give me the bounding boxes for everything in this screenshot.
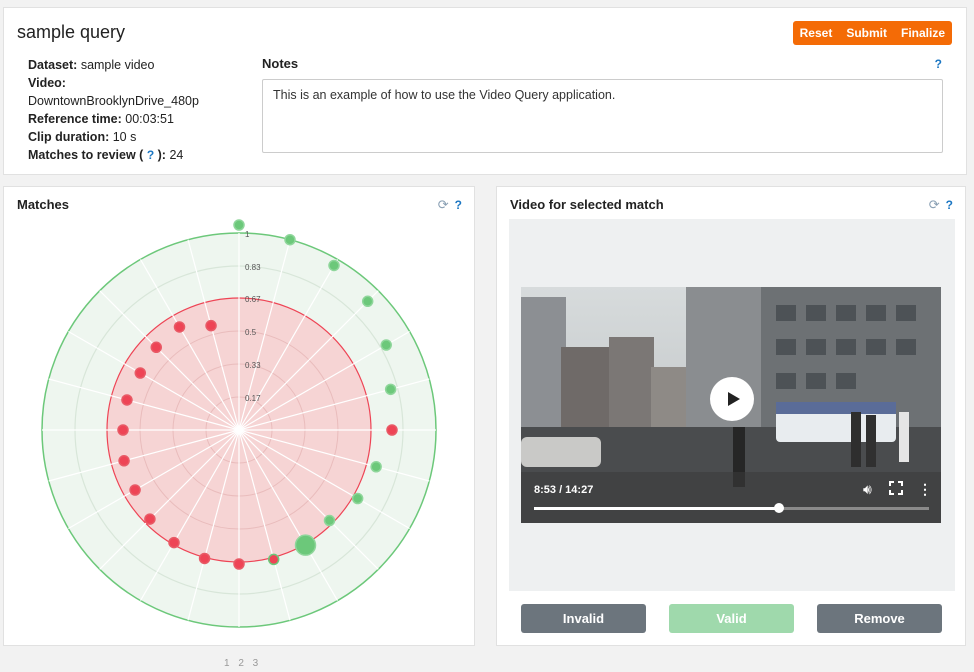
video-panel: Video for selected match ⟳ ? 8:53 / 14:2… xyxy=(496,186,966,646)
video-value: DowntownBrooklynDrive_480p xyxy=(28,94,199,108)
radial-label-0-33: 0.33 xyxy=(245,361,261,370)
match-point[interactable] xyxy=(386,424,398,436)
match-point[interactable] xyxy=(117,424,129,436)
matches-radial-chart: 1 0.83 0.67 0.5 0.33 0.17 xyxy=(41,219,437,628)
match-point[interactable] xyxy=(284,233,296,246)
remove-button[interactable]: Remove xyxy=(817,604,942,633)
dataset-label: Dataset: xyxy=(28,58,78,72)
matches-to-review-label: Matches to review ( ? ): xyxy=(28,148,166,162)
match-point[interactable] xyxy=(150,341,163,354)
notes-label: Notes xyxy=(262,56,299,71)
match-point[interactable] xyxy=(361,295,374,308)
radial-label-0-67: 0.67 xyxy=(245,295,261,304)
reference-time-label: Reference time: xyxy=(28,112,122,126)
match-point[interactable] xyxy=(144,513,156,525)
match-point[interactable] xyxy=(118,455,130,467)
radial-label-0-83: 0.83 xyxy=(245,263,261,272)
fullscreen-icon[interactable] xyxy=(889,481,903,495)
invalid-button[interactable]: Invalid xyxy=(521,604,646,633)
query-metadata: Dataset: sample video Video: DowntownBro… xyxy=(28,56,199,164)
match-point[interactable] xyxy=(168,536,180,549)
reset-button[interactable]: Reset xyxy=(793,21,840,45)
match-point[interactable] xyxy=(267,553,280,566)
reference-time-value: 00:03:51 xyxy=(125,112,174,126)
play-icon xyxy=(728,392,740,406)
matches-to-review-value: 24 xyxy=(169,148,184,162)
match-point[interactable] xyxy=(129,484,141,496)
video-time-display: 8:53 / 14:27 xyxy=(534,484,594,496)
video-area: 8:53 / 14:27 🔊︎ ⋮ xyxy=(509,219,955,591)
match-point[interactable] xyxy=(198,552,211,565)
matches-help-link[interactable]: ? xyxy=(147,148,154,162)
refresh-icon[interactable]: ⟳ xyxy=(929,197,940,213)
match-point[interactable] xyxy=(351,492,364,505)
clip-duration-value: 10 s xyxy=(112,130,137,144)
video-player[interactable]: 8:53 / 14:27 🔊︎ ⋮ xyxy=(521,287,941,523)
submit-button[interactable]: Submit xyxy=(839,21,894,45)
finalize-button[interactable]: Finalize xyxy=(894,21,952,45)
volume-icon[interactable]: 🔊︎ xyxy=(863,481,872,498)
matches-panel: Matches ⟳ ? 1 0.83 0.67 0.5 0.33 0.17 xyxy=(3,186,475,646)
video-label: Video: xyxy=(28,76,66,90)
video-progress-fill xyxy=(534,507,779,510)
radial-label-0-17: 0.17 xyxy=(245,394,261,403)
more-options-icon[interactable]: ⋮ xyxy=(918,481,932,498)
dataset-value: sample video xyxy=(80,58,155,72)
valid-button[interactable]: Valid xyxy=(669,604,794,633)
video-progress-knob[interactable] xyxy=(773,503,784,513)
match-point[interactable] xyxy=(384,383,397,396)
action-button-group: Reset Submit Finalize xyxy=(792,21,952,45)
clip-duration-label: Clip duration: xyxy=(28,130,110,144)
match-point[interactable] xyxy=(323,514,336,527)
notes-help-link[interactable]: ? xyxy=(935,57,942,71)
match-point[interactable] xyxy=(380,339,392,351)
match-point[interactable] xyxy=(134,367,147,379)
match-point[interactable] xyxy=(233,558,245,570)
match-point[interactable] xyxy=(294,534,317,556)
match-point[interactable] xyxy=(233,219,245,231)
query-panel: sample query Reset Submit Finalize Datas… xyxy=(3,7,967,175)
match-point[interactable] xyxy=(328,259,340,272)
video-progress-track[interactable] xyxy=(534,503,929,513)
video-panel-title: Video for selected match xyxy=(510,197,664,212)
match-point[interactable] xyxy=(205,319,217,332)
notes-textarea[interactable]: This is an example of how to use the Vid… xyxy=(262,79,943,153)
page-title: sample query xyxy=(17,22,126,42)
radial-label-1: 1 xyxy=(245,230,250,239)
video-panel-help-link[interactable]: ? xyxy=(946,198,953,212)
match-point[interactable] xyxy=(370,461,382,473)
radial-label-0-5: 0.5 xyxy=(245,328,257,337)
pagination[interactable]: 1 2 3 xyxy=(224,658,261,669)
video-panel-icons: ⟳ ? xyxy=(929,197,953,213)
play-button[interactable] xyxy=(710,377,754,421)
match-point[interactable] xyxy=(121,394,133,406)
match-point[interactable] xyxy=(173,321,186,333)
